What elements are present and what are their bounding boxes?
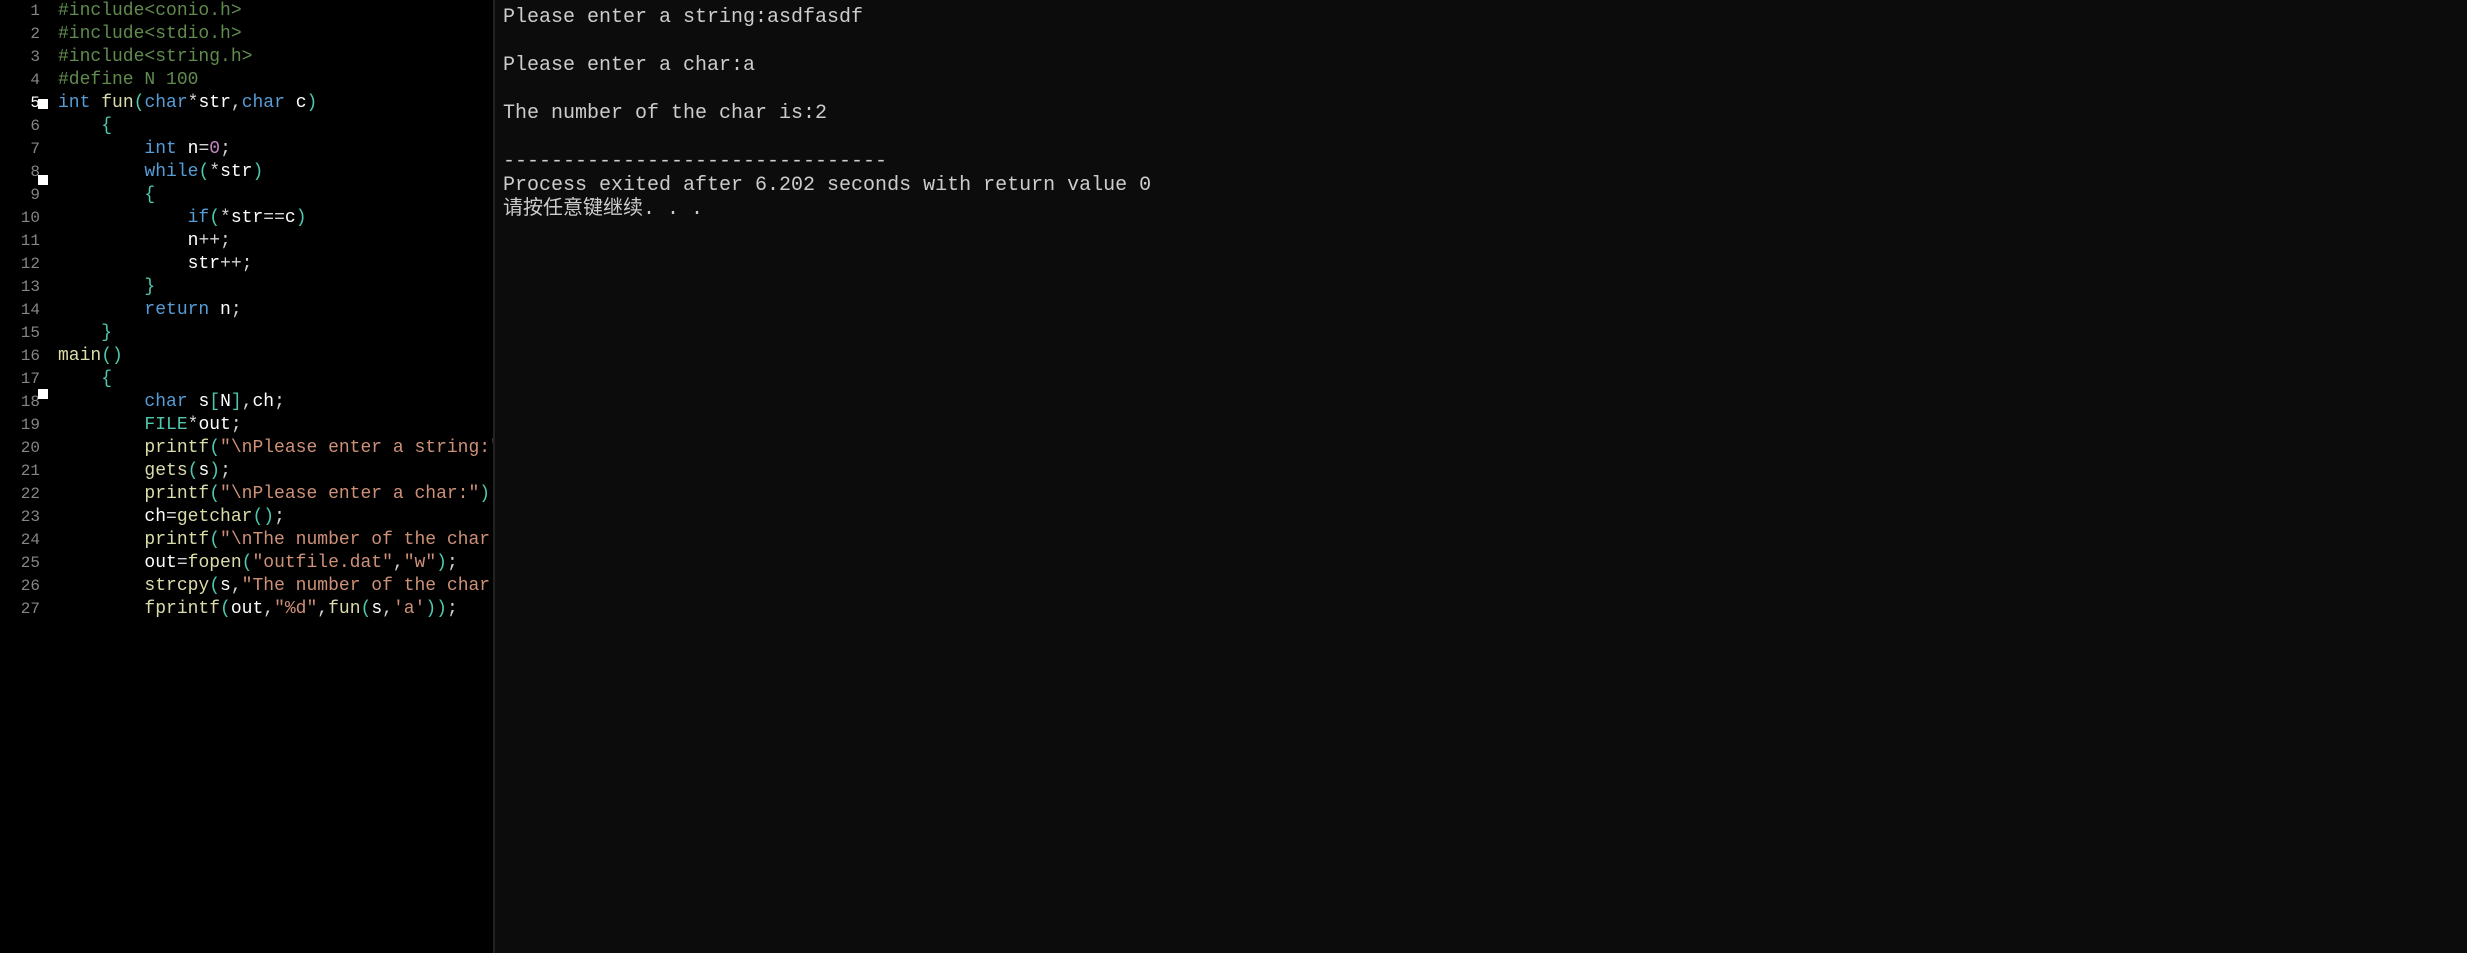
code-editor[interactable]: 1234567891011121314151617181920212223242… (0, 0, 493, 953)
code-line[interactable]: out=fopen("outfile.dat","w"); (58, 552, 493, 575)
code-line[interactable]: } (58, 276, 493, 299)
code-line[interactable]: printf("\nPlease enter a char:"); (58, 483, 493, 506)
fold-column (38, 0, 52, 642)
fold-marker-icon[interactable] (38, 389, 48, 399)
code-line[interactable]: if(*str==c) (58, 207, 493, 230)
console-line (503, 126, 2459, 150)
code-line[interactable]: #include<conio.h> (58, 0, 493, 23)
code-line[interactable]: FILE*out; (58, 414, 493, 437)
console-line: The number of the char is:2 (503, 102, 2459, 126)
console-line: 请按任意键继续. . . (503, 198, 2459, 222)
console-line: Process exited after 6.202 seconds with … (503, 174, 2459, 198)
code-line[interactable]: } (58, 322, 493, 345)
output-console[interactable]: Please enter a string:asdfasdf Please en… (495, 0, 2467, 953)
code-line[interactable]: int fun(char*str,char c) (58, 92, 493, 115)
code-line[interactable]: while(*str) (58, 161, 493, 184)
code-line[interactable]: return n; (58, 299, 493, 322)
code-line[interactable]: str++; (58, 253, 493, 276)
console-line: Please enter a string:asdfasdf (503, 6, 2459, 30)
app-root: 1234567891011121314151617181920212223242… (0, 0, 2467, 953)
code-line[interactable]: { (58, 115, 493, 138)
code-line[interactable]: #include<string.h> (58, 46, 493, 69)
console-line (503, 30, 2459, 54)
code-line[interactable]: printf("\nThe number of the char is:%d" (58, 529, 493, 552)
code-line[interactable]: strcpy(s,"The number of the char is:"); (58, 575, 493, 598)
code-line[interactable]: #include<stdio.h> (58, 23, 493, 46)
code-line[interactable]: main() (58, 345, 493, 368)
code-area[interactable]: #include<conio.h>#include<stdio.h>#inclu… (58, 0, 493, 621)
code-line[interactable]: char s[N],ch; (58, 391, 493, 414)
console-line: -------------------------------- (503, 150, 2459, 174)
code-line[interactable]: ch=getchar(); (58, 506, 493, 529)
code-line[interactable]: n++; (58, 230, 493, 253)
code-line[interactable]: { (58, 368, 493, 391)
code-line[interactable]: fprintf(out,"%d",fun(s,'a')); (58, 598, 493, 621)
code-line[interactable]: { (58, 184, 493, 207)
fold-marker-icon[interactable] (38, 175, 48, 185)
code-line[interactable]: gets(s); (58, 460, 493, 483)
code-line[interactable]: printf("\nPlease enter a string:"); (58, 437, 493, 460)
code-line[interactable]: int n=0; (58, 138, 493, 161)
code-line[interactable]: #define N 100 (58, 69, 493, 92)
fold-marker-icon[interactable] (38, 99, 48, 109)
console-line (503, 78, 2459, 102)
console-line: Please enter a char:a (503, 54, 2459, 78)
